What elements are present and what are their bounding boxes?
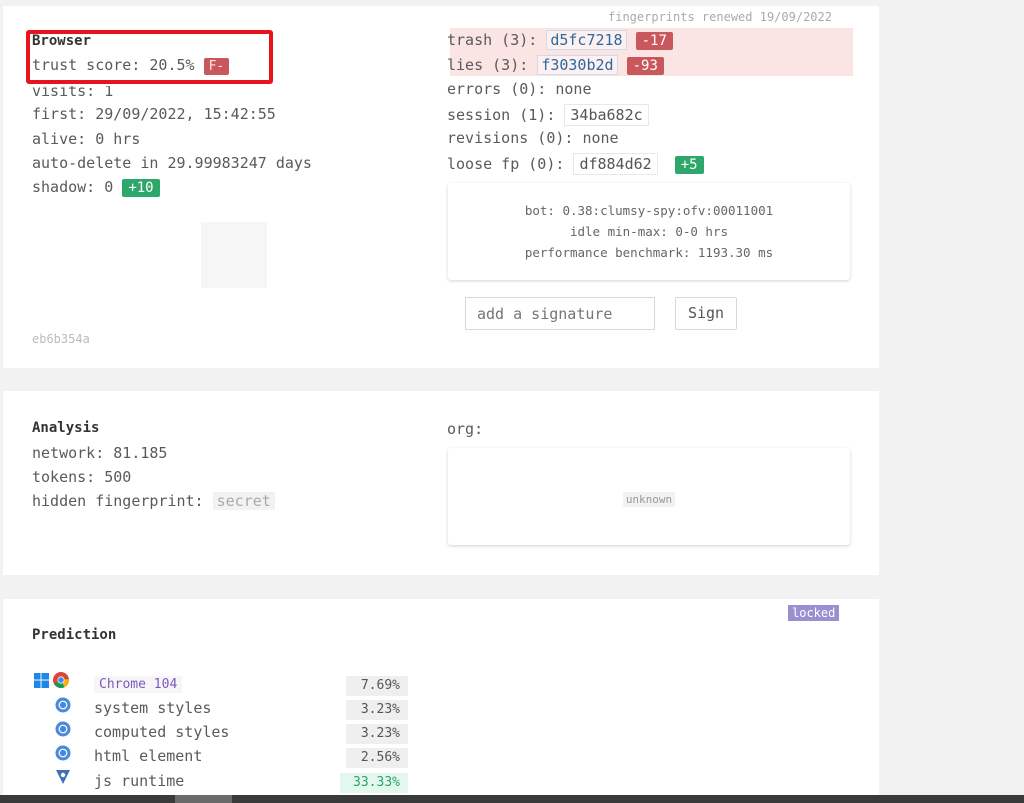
v8-icon [55,769,71,785]
locked-badge: locked [788,605,840,621]
analysis-card: Analysis network: 81.185 tokens: 500 hid… [3,391,879,575]
bot-line: bot: 0.38:clumsy-spy:ofv:00011001 [524,203,774,218]
idle-line: idle min-max: 0-0 hrs [569,224,729,239]
session-hash[interactable]: 34ba682c [564,104,649,126]
org-label: org: [447,420,484,438]
loose-hash[interactable]: df884d62 [573,153,658,175]
prediction-heading: Prediction [32,627,117,643]
prediction-pct-3: 2.56% [346,748,408,768]
prediction-label-4: js runtime [94,772,185,790]
prediction-label-2: computed styles [94,723,230,741]
org-value: unknown [622,492,676,507]
session-row: session (1): 34ba682c [447,104,649,126]
shadow: shadow: 0 +10 [32,178,160,197]
loose-badge: +5 [674,156,704,174]
prediction-pct-0: 7.69% [346,676,408,696]
lies-row: lies (3): f3030b2d -93 [447,55,664,75]
horizontal-scrollbar[interactable] [0,795,1024,803]
trash-row: trash (3): d5fc7218 -17 [447,30,673,50]
auto-delete: auto-delete in 29.99983247 days [32,154,312,172]
trash-hash[interactable]: d5fc7218 [546,30,627,50]
prediction-pct-4: 33.33% [340,773,408,793]
chrome-icon [55,745,71,761]
browser-card: fingerprints renewed 19/09/2022 Browser … [3,6,879,368]
sign-button[interactable]: Sign [675,297,737,330]
alive: alive: 0 hrs [32,130,141,148]
hash-footer: eb6b354a [32,332,90,346]
hidden-fingerprint: hidden fingerprint: secret [32,492,275,510]
tokens: tokens: 500 [32,468,132,486]
loose-row: loose fp (0): df884d62 +5 [447,153,704,175]
chrome-icon [53,672,69,688]
trash-badge: -17 [635,32,673,50]
perf-line: performance benchmark: 1193.30 ms [524,245,774,260]
lies-hash[interactable]: f3030b2d [537,55,618,75]
prediction-label-3: html element [94,747,203,765]
avatar-placeholder [201,222,267,288]
shadow-badge: +10 [122,179,160,197]
prediction-card: locked Prediction Chrome 104 7.69% syste… [3,599,879,795]
prediction-label-1: system styles [94,699,212,717]
highlight-box [26,30,273,84]
windows-icon [34,673,50,689]
chrome-icon [55,697,71,713]
org-box: unknown [448,448,850,545]
first-seen: first: 29/09/2022, 15:42:55 [32,105,276,123]
renewed-note: fingerprints renewed 19/09/2022 [608,10,832,24]
hidden-value: secret [212,492,275,510]
scrollbar-thumb[interactable] [175,795,232,803]
signature-input[interactable] [465,297,655,330]
revisions-row: revisions (0): none [447,129,619,147]
prediction-pct-1: 3.23% [346,700,408,720]
errors-row: errors (0): none [447,80,592,98]
bot-info-box: bot: 0.38:clumsy-spy:ofv:00011001 idle m… [448,183,850,280]
prediction-label-0: Chrome 104 [94,676,183,693]
lies-badge: -93 [626,57,664,75]
prediction-pct-2: 3.23% [346,724,408,744]
network: network: 81.185 [32,444,168,462]
visits: visits: 1 [32,82,114,100]
analysis-heading: Analysis [32,420,100,436]
chrome-icon [55,721,71,737]
